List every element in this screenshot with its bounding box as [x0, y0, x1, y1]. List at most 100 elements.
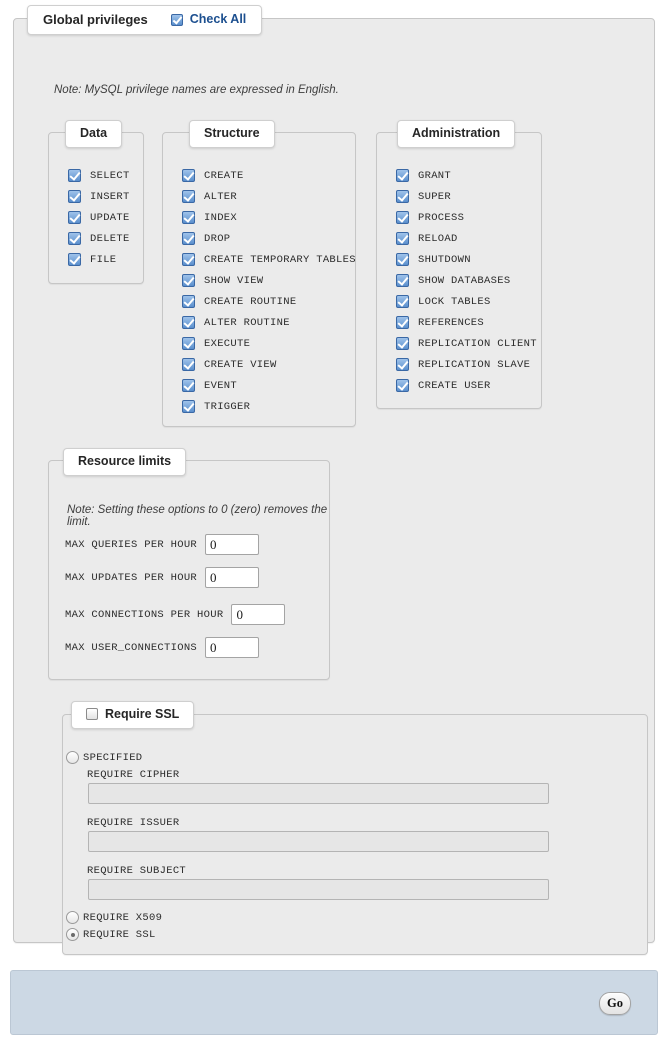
privilege-checkbox[interactable] — [68, 211, 81, 224]
privilege-checkbox[interactable] — [182, 253, 195, 266]
privilege-row[interactable]: CREATE — [182, 165, 356, 186]
privilege-row[interactable]: INDEX — [182, 207, 356, 228]
privilege-checkbox[interactable] — [396, 337, 409, 350]
privilege-checkbox[interactable] — [182, 379, 195, 392]
max-queries-per-hour-input[interactable] — [205, 534, 260, 555]
require-ssl-checkbox[interactable] — [86, 708, 98, 721]
require-subject-input[interactable] — [88, 879, 549, 900]
privilege-label: DROP — [204, 232, 231, 245]
data-privileges-fieldset: Data SELECT INSERT UPDATE DELETE FILE — [48, 120, 144, 284]
privilege-checkbox[interactable] — [68, 169, 81, 182]
privilege-label: SHOW DATABASES — [418, 274, 511, 287]
privilege-row[interactable]: EVENT — [182, 375, 356, 396]
privilege-checkbox[interactable] — [182, 169, 195, 182]
privilege-checkbox[interactable] — [396, 295, 409, 308]
privilege-label: REPLICATION CLIENT — [418, 337, 537, 350]
privilege-checkbox[interactable] — [68, 253, 81, 266]
max-user-connections-label: MAX USER_CONNECTIONS — [65, 641, 198, 654]
privilege-row[interactable]: CREATE ROUTINE — [182, 291, 356, 312]
check-all-link[interactable]: Check All — [190, 13, 247, 26]
privilege-row[interactable]: INSERT — [68, 186, 130, 207]
privilege-row[interactable]: RELOAD — [396, 228, 537, 249]
privilege-row[interactable]: EXECUTE — [182, 333, 356, 354]
ssl-ssl-radio[interactable] — [66, 928, 79, 941]
privilege-checkbox[interactable] — [396, 274, 409, 287]
privilege-label: INDEX — [204, 211, 238, 224]
require-cipher-input[interactable] — [88, 783, 549, 804]
privilege-row[interactable]: DELETE — [68, 228, 130, 249]
privilege-checkbox[interactable] — [396, 379, 409, 392]
privilege-checkbox[interactable] — [182, 190, 195, 203]
privilege-row[interactable]: TRIGGER — [182, 396, 356, 417]
ssl-x509-radio[interactable] — [66, 911, 79, 924]
privilege-checkbox[interactable] — [68, 232, 81, 245]
privilege-row[interactable]: UPDATE — [68, 207, 130, 228]
structure-legend: Structure — [189, 120, 275, 148]
administration-legend: Administration — [397, 120, 516, 148]
ssl-specified-option[interactable]: SPECIFIED — [66, 751, 142, 764]
privilege-row[interactable]: DROP — [182, 228, 356, 249]
ssl-ssl-option[interactable]: REQUIRE SSL — [66, 928, 156, 941]
privilege-label: GRANT — [418, 169, 452, 182]
privilege-checkbox[interactable] — [182, 400, 195, 413]
privilege-checkbox[interactable] — [182, 274, 195, 287]
require-issuer-input[interactable] — [88, 831, 549, 852]
privilege-row[interactable]: SHOW DATABASES — [396, 270, 537, 291]
global-privileges-fieldset: Global privileges Check All Note: MySQL … — [13, 5, 655, 955]
privilege-checkbox[interactable] — [182, 295, 195, 308]
administration-privileges-list: GRANT SUPER PROCESS RELOAD SHUTDOWN SHOW… — [396, 165, 537, 396]
privilege-row[interactable]: CREATE VIEW — [182, 354, 356, 375]
check-all-checkbox[interactable] — [170, 13, 183, 26]
privilege-label: ALTER — [204, 190, 238, 203]
max-connections-per-hour-input[interactable] — [231, 604, 286, 625]
privilege-checkbox[interactable] — [396, 190, 409, 203]
privilege-checkbox[interactable] — [396, 169, 409, 182]
privilege-row[interactable]: CREATE USER — [396, 375, 537, 396]
resource-limit-row: MAX QUERIES PER HOUR — [65, 534, 260, 555]
ssl-x509-label: REQUIRE X509 — [83, 911, 163, 924]
privilege-checkbox[interactable] — [182, 358, 195, 371]
privilege-checkbox[interactable] — [182, 337, 195, 350]
privilege-row[interactable]: SHUTDOWN — [396, 249, 537, 270]
privilege-label: REFERENCES — [418, 316, 485, 329]
privilege-row[interactable]: SELECT — [68, 165, 130, 186]
max-user-connections-input[interactable] — [205, 637, 260, 658]
data-privileges-list: SELECT INSERT UPDATE DELETE FILE — [68, 165, 130, 270]
ssl-x509-option[interactable]: REQUIRE X509 — [66, 911, 162, 924]
privilege-row[interactable]: FILE — [68, 249, 130, 270]
require-subject-label: REQUIRE SUBJECT — [87, 865, 187, 877]
privilege-row[interactable]: GRANT — [396, 165, 537, 186]
go-button[interactable]: Go — [599, 992, 631, 1015]
privilege-row[interactable]: REFERENCES — [396, 312, 537, 333]
max-connections-per-hour-label: MAX CONNECTIONS PER HOUR — [65, 608, 224, 621]
privilege-checkbox[interactable] — [396, 232, 409, 245]
privilege-label: UPDATE — [90, 211, 130, 224]
privilege-row[interactable]: ALTER — [182, 186, 356, 207]
privilege-row[interactable]: SHOW VIEW — [182, 270, 356, 291]
data-legend: Data — [65, 120, 123, 148]
privilege-checkbox[interactable] — [182, 316, 195, 329]
privilege-label: INSERT — [90, 190, 130, 203]
privilege-row[interactable]: LOCK TABLES — [396, 291, 537, 312]
max-updates-per-hour-input[interactable] — [205, 567, 260, 588]
privilege-checkbox[interactable] — [396, 211, 409, 224]
privilege-checkbox[interactable] — [68, 190, 81, 203]
privilege-row[interactable]: ALTER ROUTINE — [182, 312, 356, 333]
privilege-label: CREATE ROUTINE — [204, 295, 297, 308]
privilege-checkbox[interactable] — [182, 211, 195, 224]
privilege-checkbox[interactable] — [396, 253, 409, 266]
privilege-row[interactable]: PROCESS — [396, 207, 537, 228]
privilege-row[interactable]: CREATE TEMPORARY TABLES — [182, 249, 356, 270]
privilege-label: SELECT — [90, 169, 130, 182]
global-privileges-legend: Global privileges Check All — [27, 5, 263, 35]
max-updates-per-hour-label: MAX UPDATES PER HOUR — [65, 571, 198, 584]
privilege-row[interactable]: REPLICATION CLIENT — [396, 333, 537, 354]
ssl-specified-radio[interactable] — [66, 751, 79, 764]
privilege-checkbox[interactable] — [182, 232, 195, 245]
privilege-checkbox[interactable] — [396, 316, 409, 329]
administration-privileges-fieldset: Administration GRANT SUPER PROCESS RELOA… — [376, 120, 542, 409]
privilege-row[interactable]: SUPER — [396, 186, 537, 207]
privilege-row[interactable]: REPLICATION SLAVE — [396, 354, 537, 375]
require-ssl-legend-label: Require SSL — [105, 707, 180, 721]
privilege-checkbox[interactable] — [396, 358, 409, 371]
